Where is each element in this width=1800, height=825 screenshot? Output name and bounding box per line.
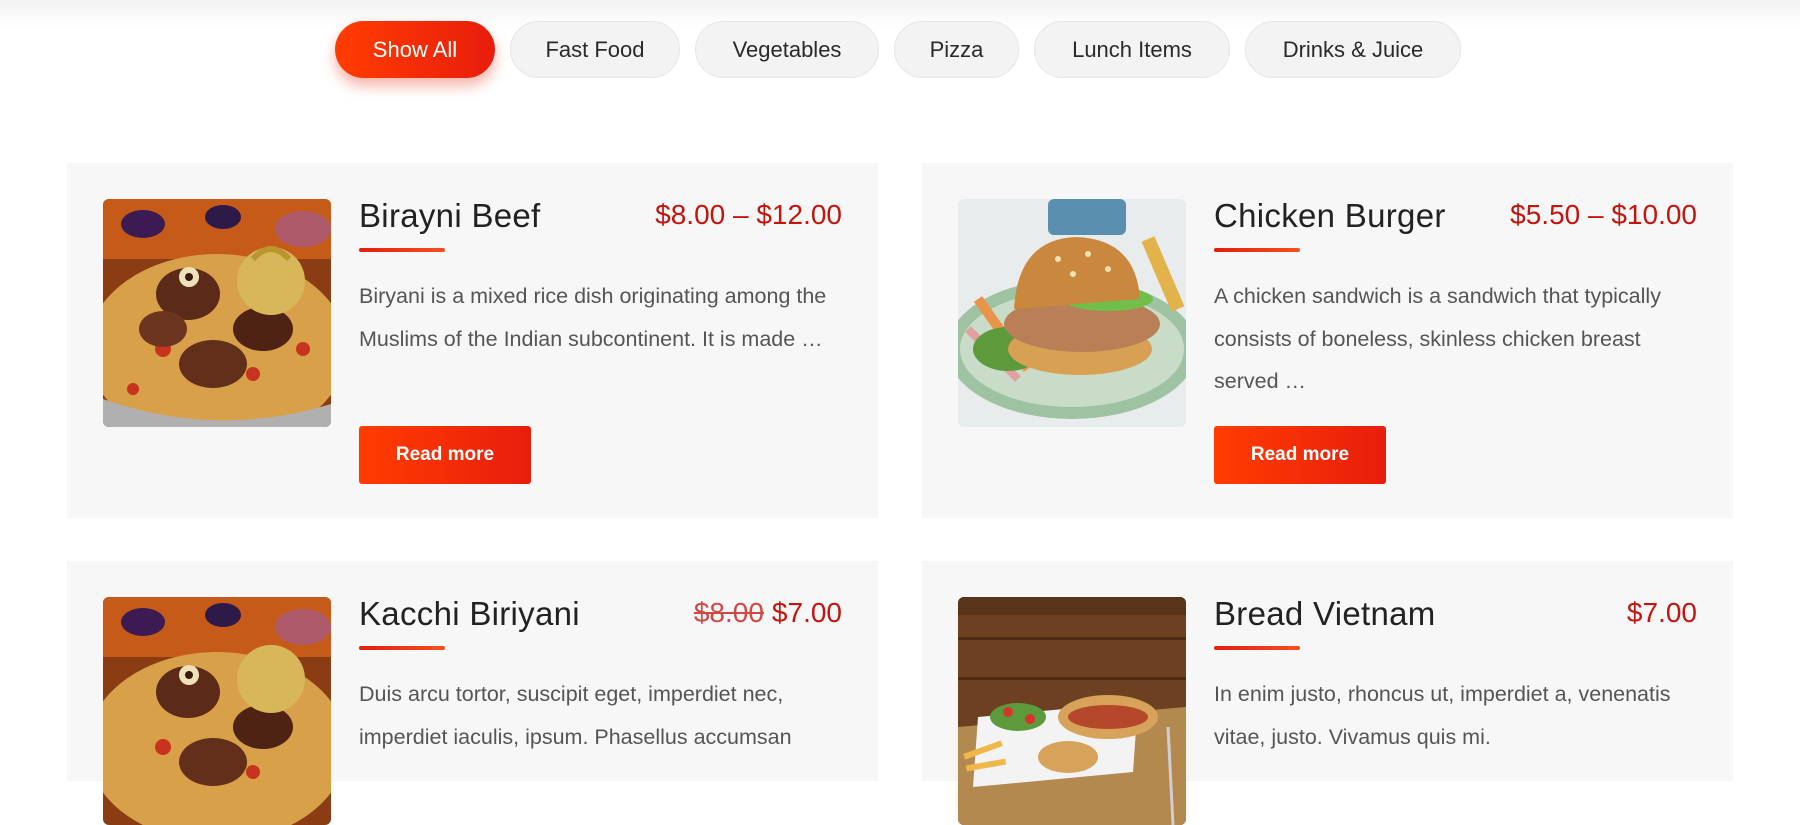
item-name[interactable]: Kacchi Biriyani [359, 595, 580, 633]
item-price: $8.00 – $12.00 [655, 199, 842, 231]
bread-photo[interactable] [958, 597, 1186, 825]
price-current: $7.00 [771, 597, 842, 628]
title-underline [1214, 248, 1300, 252]
menu-item-card: Chicken Burger $5.50 – $10.00 A chicken … [922, 163, 1733, 518]
item-price: $5.50 – $10.00 [1510, 199, 1697, 231]
menu-item-card: Birayni Beef $8.00 – $12.00 Biryani is a… [67, 163, 878, 518]
menu-item-card: Kacchi Biriyani $8.00 $7.00 Duis arcu tor… [67, 561, 878, 825]
price-old: $8.00 [693, 597, 764, 628]
filter-vegetables[interactable]: Vegetables [695, 21, 879, 78]
biryani-photo[interactable] [103, 597, 331, 825]
price-current: $8.00 – $12.00 [655, 199, 842, 230]
category-filter-bar: Show All Fast Food Vegetables Pizza Lunc… [335, 21, 1461, 78]
filter-pizza[interactable]: Pizza [894, 21, 1019, 78]
item-price: $8.00 $7.00 [694, 597, 842, 629]
item-price: $7.00 [1627, 597, 1697, 629]
filter-lunch-items[interactable]: Lunch Items [1034, 21, 1230, 78]
item-description: Biryani is a mixed rice dish originating… [359, 284, 827, 351]
biryani-photo[interactable] [103, 199, 331, 427]
burger-photo[interactable] [958, 199, 1186, 427]
filter-drinks-juice[interactable]: Drinks & Juice [1245, 21, 1461, 78]
price-current: $5.50 – $10.00 [1510, 199, 1697, 230]
item-name[interactable]: Bread Vietnam [1214, 595, 1436, 633]
read-more-button[interactable]: Read more [359, 426, 531, 484]
item-name[interactable]: Chicken Burger [1214, 197, 1446, 235]
item-description: A chicken sandwich is a sandwich that ty… [1214, 284, 1661, 393]
read-more-button[interactable]: Read more [1214, 426, 1386, 484]
filter-show-all[interactable]: Show All [335, 21, 495, 78]
filter-fast-food[interactable]: Fast Food [510, 21, 680, 78]
menu-item-card: Bread Vietnam $7.00 In enim justo, rhonc… [922, 561, 1733, 825]
price-current: $7.00 [1626, 597, 1697, 628]
title-underline [359, 646, 445, 650]
item-description: In enim justo, rhoncus ut, imperdiet a, … [1214, 682, 1671, 749]
item-name[interactable]: Birayni Beef [359, 197, 541, 235]
title-underline [1214, 646, 1300, 650]
item-description: Duis arcu tortor, suscipit eget, imperdi… [359, 682, 792, 749]
title-underline [359, 248, 445, 252]
